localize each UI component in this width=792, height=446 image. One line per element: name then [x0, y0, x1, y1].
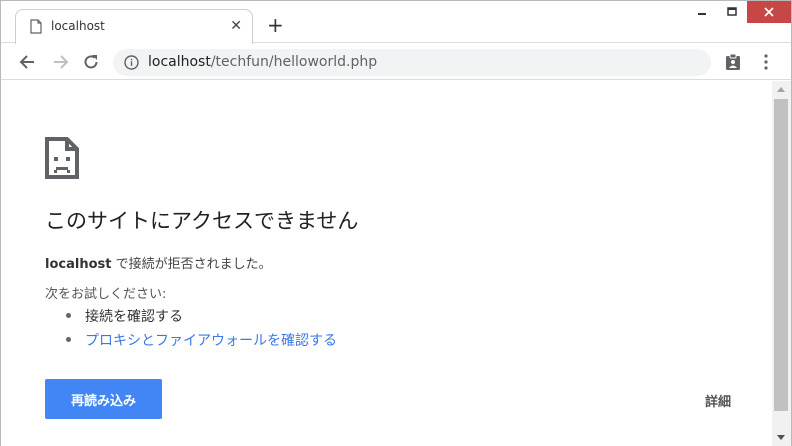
tab-title: localhost	[51, 19, 105, 33]
error-page: このサイトにアクセスできません localhost で接続が拒否されました。 次…	[1, 81, 772, 446]
forward-button[interactable]	[51, 52, 71, 72]
reload-icon	[84, 55, 98, 69]
tab-close-icon[interactable]: ✕	[230, 19, 242, 33]
error-host: localhost	[45, 257, 112, 272]
window-controls	[687, 1, 791, 23]
page-icon	[30, 19, 42, 34]
sad-page-icon	[45, 137, 79, 179]
reload-toolbar-button[interactable]	[81, 52, 101, 72]
suggestion-link[interactable]: プロキシとファイアウォールを確認する	[85, 333, 337, 349]
suggestion-check-connection: 接続を確認する	[66, 306, 183, 326]
suggestion-text: 接続を確認する	[85, 309, 183, 325]
address-bar[interactable]: localhost/techfun/helloworld.php	[113, 49, 711, 76]
close-window-button[interactable]	[747, 1, 791, 23]
forward-icon	[54, 55, 69, 69]
url-host: localhost	[148, 54, 211, 70]
minimize-button[interactable]	[687, 1, 717, 23]
url-path: /techfun/helloworld.php	[210, 54, 378, 70]
tab-strip: localhost ✕ +	[1, 1, 791, 44]
scroll-down-icon[interactable]	[777, 435, 785, 440]
error-message-text: で接続が拒否されました。	[111, 257, 272, 272]
scrollbar-thumb[interactable]	[774, 99, 788, 411]
back-icon	[19, 55, 34, 69]
back-button[interactable]	[17, 52, 37, 72]
reload-button[interactable]: 再読み込み	[45, 379, 162, 419]
scroll-up-icon[interactable]	[777, 87, 785, 92]
url-text[interactable]: localhost/techfun/helloworld.php	[148, 54, 377, 70]
vertical-scrollbar[interactable]	[772, 81, 791, 446]
clipboard-icon[interactable]	[725, 53, 741, 71]
info-icon[interactable]	[124, 55, 139, 70]
error-message: localhost で接続が拒否されました。	[45, 253, 272, 272]
suggestion-check-proxy-firewall[interactable]: プロキシとファイアウォールを確認する	[66, 330, 337, 350]
bullet	[66, 313, 71, 318]
browser-window: localhost ✕ + localhost/techfun/hellowor…	[0, 0, 792, 446]
menu-icon[interactable]	[764, 54, 768, 70]
new-tab-button[interactable]: +	[267, 15, 284, 35]
minimize-icon	[698, 13, 706, 15]
error-heading: このサイトにアクセスできません	[45, 209, 359, 233]
maximize-icon	[727, 7, 737, 16]
toolbar: localhost/techfun/helloworld.php	[1, 44, 791, 80]
details-button[interactable]: 詳細	[705, 391, 731, 410]
close-icon	[764, 7, 774, 17]
bullet	[66, 337, 71, 342]
maximize-button[interactable]	[717, 1, 747, 23]
tab-localhost[interactable]: localhost ✕	[15, 9, 253, 44]
try-label: 次をお試しください:	[45, 287, 167, 302]
